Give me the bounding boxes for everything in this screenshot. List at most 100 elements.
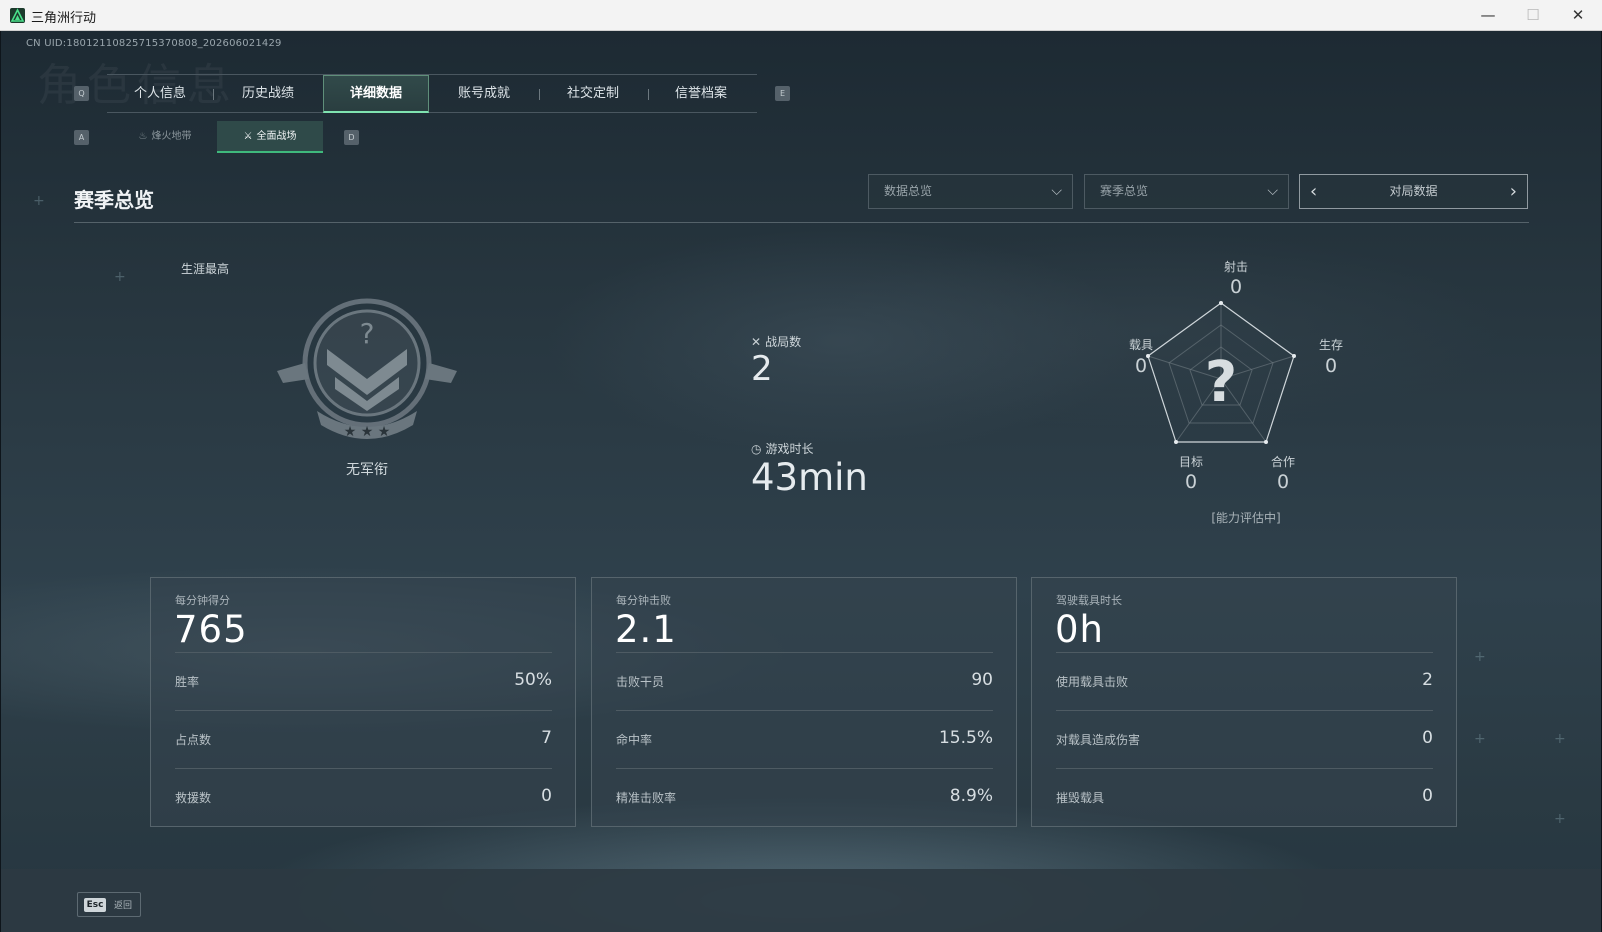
section-title: 赛季总览	[74, 188, 154, 212]
window-title: 三角洲行动	[31, 11, 97, 26]
card-row-value: 15.5%	[938, 728, 993, 748]
radar-value-teamwork: 0	[1276, 471, 1290, 493]
fire-zone-icon: ♨	[138, 131, 148, 142]
card-row-value: 2	[1422, 670, 1433, 690]
game-viewport: 角色信息 CN UID:18012110825715370808_2026060…	[1, 31, 1601, 932]
chevron-down-icon: ⌵	[1051, 183, 1062, 199]
key-hint-e[interactable]: E	[775, 86, 790, 101]
radar-value-shooting: 0	[1229, 276, 1243, 298]
maximize-button[interactable]: ☐	[1510, 0, 1556, 31]
battlefield-icon: ⚔	[243, 131, 253, 142]
radar-label-teamwork: 合作	[1270, 455, 1295, 469]
radar-label-survival: 生存	[1318, 338, 1343, 352]
card-head-value: 765	[174, 608, 248, 651]
card-row-value: 90	[971, 670, 993, 690]
card-head-label: 每分钟击败	[616, 594, 671, 607]
stopwatch-icon: ◷	[751, 442, 762, 456]
stat-card-vehicle: 驾驶载具时长 0h 使用载具击败 2 对载具造成伤害 0 摧毁载具 0	[1031, 577, 1457, 827]
match-data-pager: ‹ 对局数据 ›	[1299, 174, 1528, 209]
card-row: 对载具造成伤害 0	[1056, 710, 1433, 768]
card-row-value: 0	[541, 786, 552, 806]
svg-text:★ ★ ★: ★ ★ ★	[344, 424, 391, 440]
playtime-label-group: ◷ 游戏时长	[751, 440, 814, 457]
subtab-fire-zone-label: 烽火地带	[151, 131, 192, 142]
card-row: 救援数 0	[175, 768, 552, 826]
section-divider	[74, 222, 1529, 223]
card-row: 命中率 15.5%	[616, 710, 993, 768]
matches-value: 2	[751, 349, 773, 389]
app-logo-icon	[10, 8, 25, 23]
radar-label-vehicle: 载具	[1128, 338, 1153, 352]
rank-name: 无军衔	[346, 462, 388, 478]
chevron-left-icon[interactable]: ‹	[1310, 175, 1317, 208]
playtime-label: 游戏时长	[765, 442, 814, 456]
stat-card-kills: 每分钟击败 2.1 击败干员 90 命中率 15.5% 精准击败率 8.9%	[591, 577, 1017, 827]
pager-label: 对局数据	[1389, 184, 1438, 198]
card-row-value: 8.9%	[949, 786, 993, 806]
card-row-label: 救援数	[175, 791, 212, 805]
key-hint-a[interactable]: A	[74, 130, 89, 145]
card-row-value: 50%	[514, 670, 552, 690]
stat-card-score: 每分钟得分 765 胜率 50% 占点数 7 救援数 0	[150, 577, 576, 827]
key-hint-q[interactable]: Q	[74, 86, 89, 101]
card-row: 占点数 7	[175, 710, 552, 768]
minimize-button[interactable]: —	[1465, 0, 1511, 31]
ability-eval-status: [能力评估中]	[1211, 511, 1281, 525]
card-head-value: 0h	[1055, 608, 1104, 651]
svg-text:?: ?	[360, 317, 375, 350]
decor-cross-icon: +	[114, 269, 126, 285]
matches-label: 战局数	[765, 335, 802, 349]
close-button[interactable]: ✕	[1555, 0, 1601, 31]
subtab-battlefield-label: 全面战场	[256, 131, 297, 142]
card-row-value: 0	[1422, 728, 1433, 748]
decor-cross-icon: +	[1474, 649, 1486, 665]
window-titlebar: 三角洲行动 — ☐ ✕	[0, 0, 1602, 31]
decor-cross-icon: +	[1554, 811, 1566, 827]
card-row-value: 0	[1422, 786, 1433, 806]
radar-label-shooting: 射击	[1223, 260, 1248, 274]
tab-match-history[interactable]: 历史战绩	[215, 75, 321, 113]
decor-cross-icon: +	[1554, 731, 1566, 747]
rank-badge-icon: ? ★ ★ ★	[269, 293, 465, 447]
card-row: 胜率 50%	[175, 652, 552, 710]
data-type-dropdown[interactable]: 数据总览 ⌵	[868, 174, 1073, 209]
main-tab-bar: 个人信息 历史战绩 详细数据 账号成就 社交定制 信誉档案	[107, 74, 757, 113]
card-head-label: 驾驶载具时长	[1056, 594, 1122, 607]
decor-cross-icon: +	[33, 193, 45, 209]
card-row-label: 摧毁载具	[1056, 791, 1105, 805]
radar-value-vehicle: 0	[1134, 355, 1148, 377]
subtab-battlefield[interactable]: ⚔ 全面战场	[217, 121, 323, 153]
data-type-dropdown-value: 数据总览	[884, 184, 933, 198]
tab-social-custom[interactable]: 社交定制	[540, 75, 646, 113]
esc-key-hint: Esc	[84, 898, 106, 912]
radar-label-objective: 目标	[1178, 455, 1203, 469]
card-head-label: 每分钟得分	[175, 594, 230, 607]
radar-value-objective: 0	[1184, 471, 1198, 493]
card-row-label: 使用载具击败	[1056, 675, 1129, 689]
card-row: 精准击败率 8.9%	[616, 768, 993, 826]
card-row-label: 击败干员	[616, 675, 665, 689]
card-row: 摧毁载具 0	[1056, 768, 1433, 826]
card-head-value: 2.1	[615, 608, 677, 651]
radar-value-survival: 0	[1324, 355, 1338, 377]
tab-detailed-data[interactable]: 详细数据	[323, 75, 429, 113]
season-dropdown[interactable]: 赛季总览 ⌵	[1084, 174, 1289, 209]
card-row-label: 精准击败率	[616, 791, 677, 805]
card-row-label: 对载具造成伤害	[1056, 733, 1141, 747]
tab-divider	[213, 89, 214, 100]
key-hint-d[interactable]: D	[344, 130, 359, 145]
chevron-right-icon[interactable]: ›	[1510, 175, 1517, 208]
card-row-value: 7	[541, 728, 552, 748]
back-button[interactable]: Esc 返回	[77, 892, 141, 917]
card-row-label: 占点数	[175, 733, 212, 747]
subtab-fire-zone[interactable]: ♨ 烽火地带	[117, 121, 213, 153]
tab-credit-record[interactable]: 信誉档案	[648, 75, 754, 113]
playtime-value: 43min	[751, 456, 868, 499]
card-row-label: 命中率	[616, 733, 653, 747]
player-uid: CN UID:18012110825715370808_202606021429	[26, 38, 282, 49]
tab-achievements[interactable]: 账号成就	[431, 75, 537, 113]
career-highest-label: 生涯最高	[181, 262, 230, 276]
season-dropdown-value: 赛季总览	[1100, 184, 1149, 198]
tab-personal-info[interactable]: 个人信息	[107, 75, 213, 113]
crossed-swords-icon: ✕	[751, 335, 762, 349]
